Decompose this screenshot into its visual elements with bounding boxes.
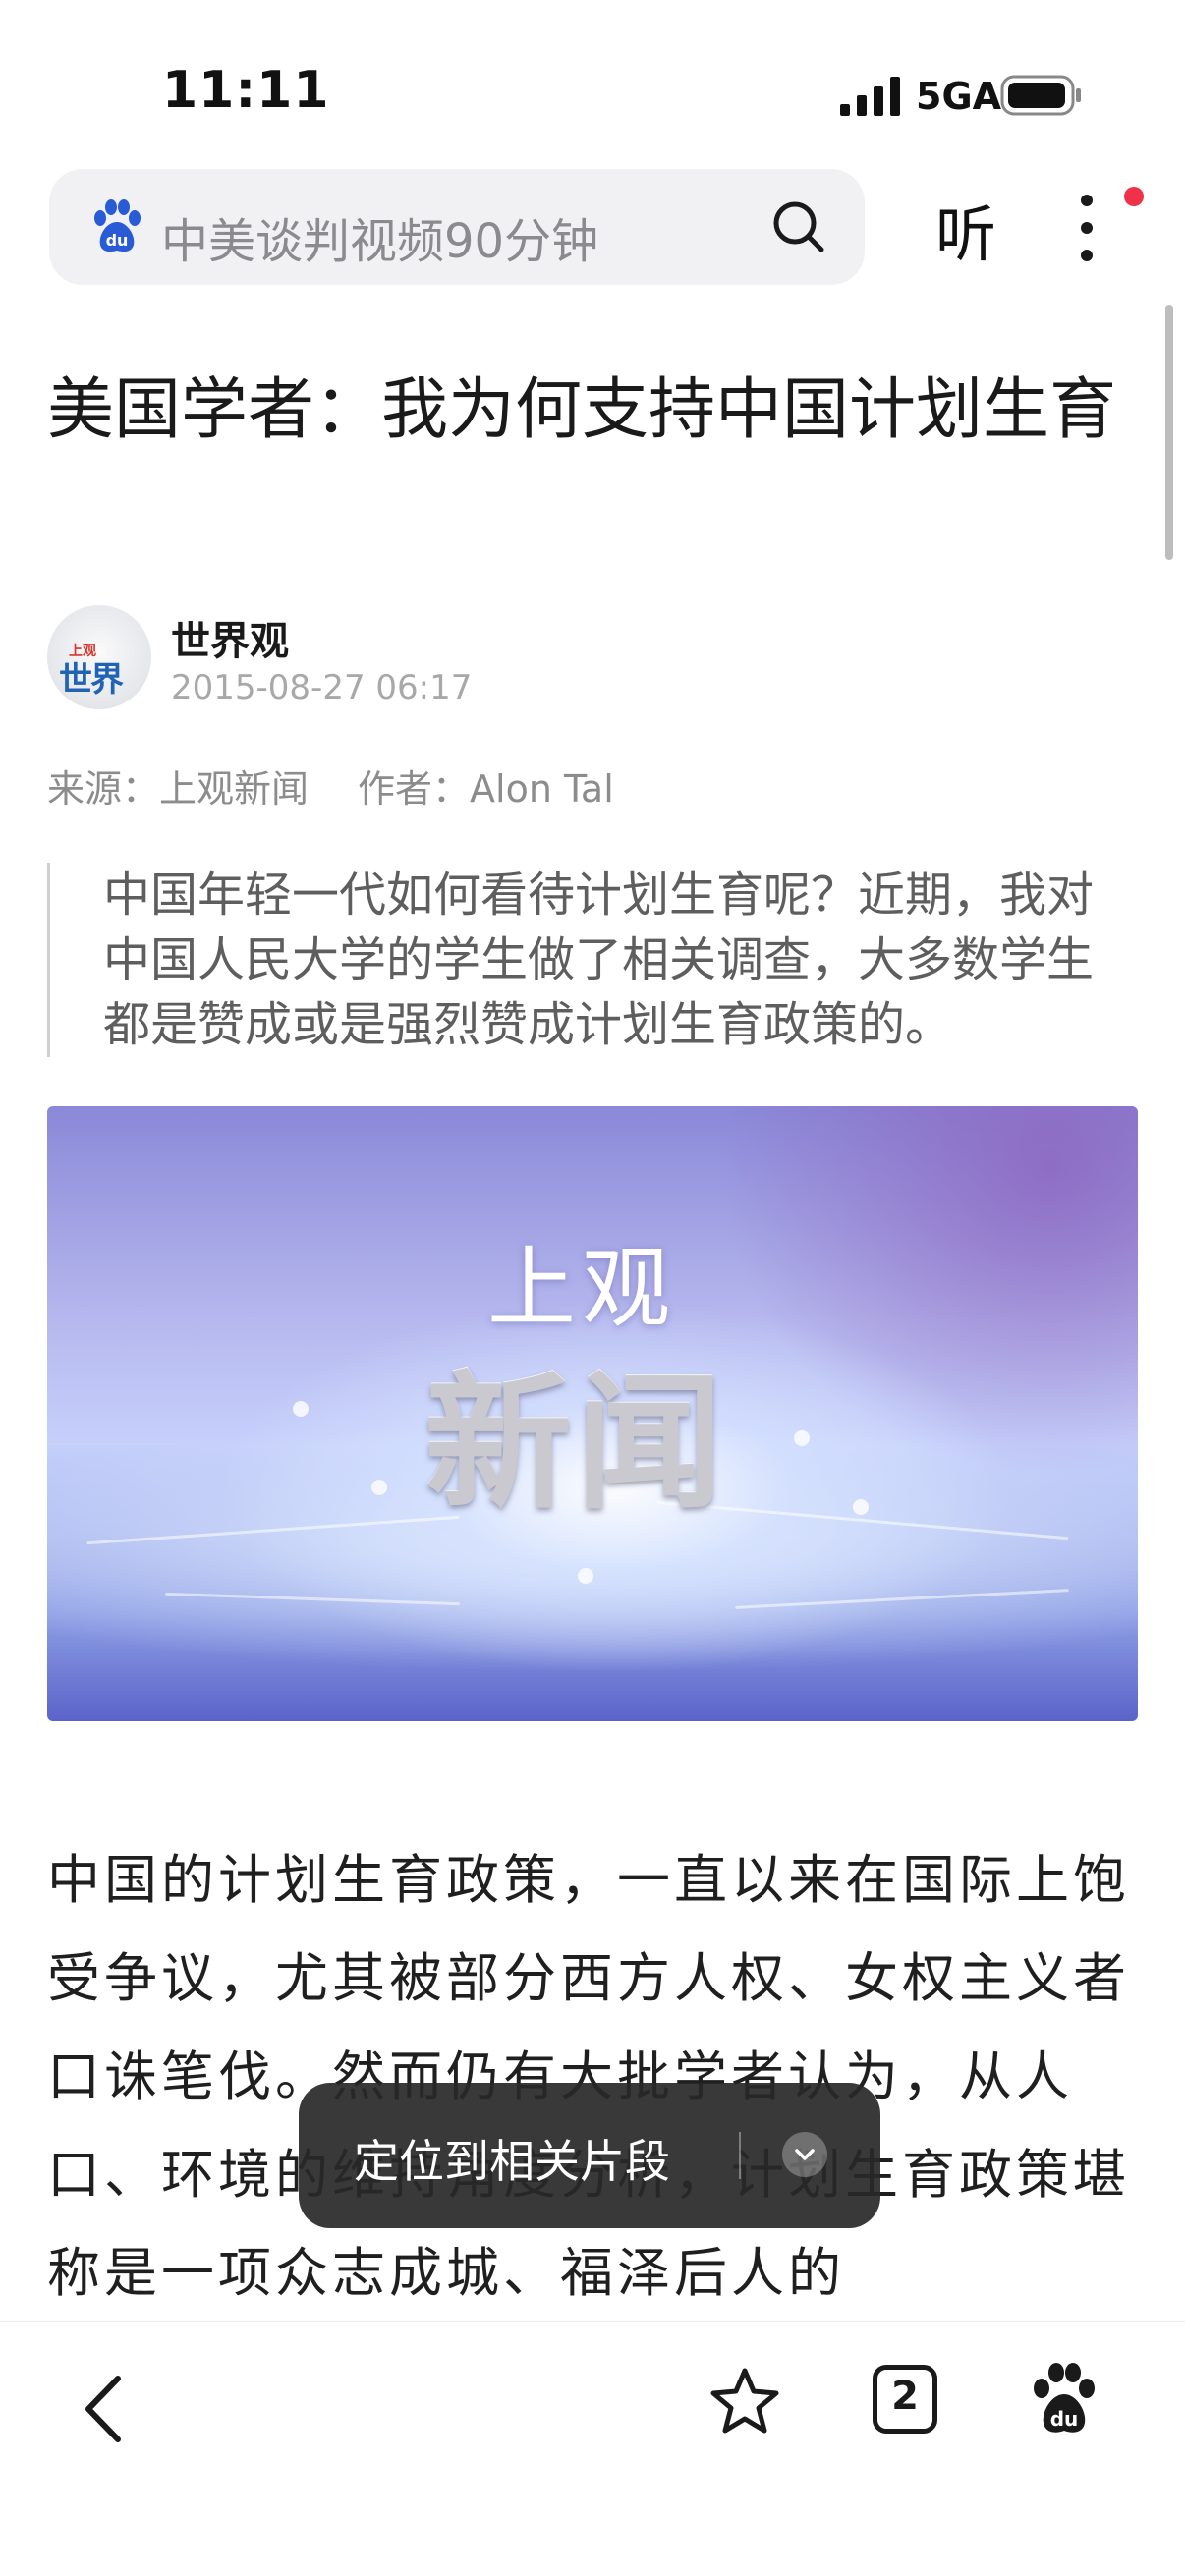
- author-label: 作者：Alon Tal: [358, 767, 614, 811]
- tab-count: 2: [891, 2374, 919, 2419]
- status-time: 11:11: [162, 61, 330, 120]
- notification-dot: [1124, 187, 1144, 206]
- back-icon[interactable]: [71, 2365, 140, 2453]
- locate-segment-label: 定位到相关片段: [354, 2135, 670, 2188]
- svg-text:du: du: [106, 231, 129, 250]
- scrollbar[interactable]: [1165, 305, 1173, 560]
- sparkle: [578, 1568, 593, 1584]
- source-label: 来源：上观新闻: [47, 767, 310, 811]
- avatar[interactable]: 上观 世界观: [47, 605, 151, 709]
- avatar-text-big: 世界观: [59, 660, 124, 709]
- network-label: 5GA: [916, 75, 1002, 118]
- author-name[interactable]: 世界观: [171, 609, 289, 666]
- status-bar: 11:11 5GA: [0, 0, 1185, 167]
- source-line: 来源：上观新闻 作者：Alon Tal: [47, 758, 614, 812]
- browser-page: 11:11 5GA du 中美谈判视频90分钟 听 美国学者：我为何支持中国计划…: [0, 0, 1185, 2576]
- chevron-down-icon[interactable]: [782, 2132, 827, 2177]
- article-body: 中国的计划生育政策，一直以来在国际上饱受争议，尤其被部分西方人权、女权主义者口诛…: [47, 1849, 1130, 2304]
- article-summary: 中国年轻一代如何看待计划生育呢？近期，我对中国人民大学的学生做了相关调查，大多数…: [47, 863, 1138, 1057]
- sparkle: [853, 1499, 869, 1515]
- search-icon[interactable]: [768, 196, 829, 257]
- baidu-paw-icon: du: [94, 199, 141, 252]
- more-icon[interactable]: [1071, 189, 1102, 267]
- image-brand-big: 新闻: [424, 1359, 728, 1530]
- star-icon[interactable]: [707, 2365, 782, 2439]
- svg-text:du: du: [1050, 2407, 1079, 2431]
- baidu-home-icon[interactable]: du: [1030, 2361, 1099, 2439]
- light-ray: [735, 1589, 1069, 1609]
- sparkle: [293, 1401, 309, 1417]
- search-input[interactable]: du 中美谈判视频90分钟: [49, 169, 865, 285]
- publish-time: 2015-08-27 06:17: [171, 668, 473, 707]
- light-ray: [86, 1515, 460, 1545]
- listen-button[interactable]: 听: [935, 185, 996, 273]
- tabs-icon[interactable]: 2: [873, 2365, 937, 2434]
- signal-icon: [840, 77, 900, 116]
- locate-segment-button[interactable]: 定位到相关片段: [299, 2083, 880, 2228]
- article-title: 美国学者：我为何支持中国计划生育: [47, 371, 1117, 449]
- toast-divider: [739, 2132, 741, 2179]
- light-ray: [165, 1592, 460, 1606]
- battery-icon: [1000, 75, 1081, 116]
- sparkle: [371, 1480, 387, 1495]
- article-image[interactable]: 上观 新闻: [47, 1106, 1138, 1721]
- bottom-toolbar: 2 du: [0, 2321, 1185, 2576]
- sparkle: [794, 1430, 810, 1446]
- search-query: 中美谈判视频90分钟: [161, 214, 599, 269]
